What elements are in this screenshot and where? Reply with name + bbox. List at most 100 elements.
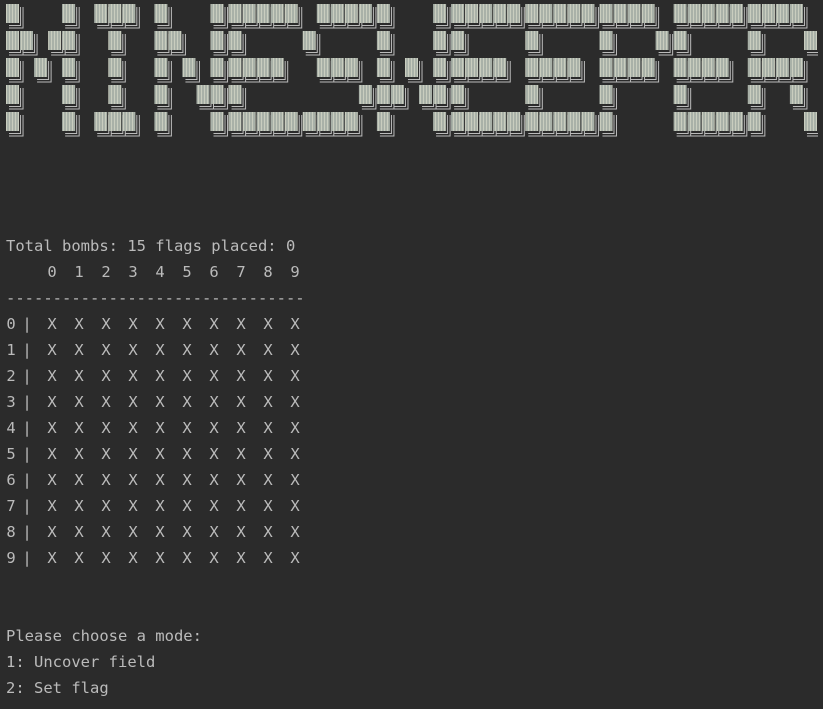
banner-block	[376, 4, 390, 23]
board-cell: X	[128, 419, 138, 437]
board-cell: X	[47, 367, 57, 385]
board-cell: X	[47, 549, 57, 567]
banner-block	[376, 31, 390, 50]
banner-block	[154, 112, 168, 131]
banner-block	[228, 112, 242, 131]
banner-block	[525, 31, 539, 50]
board-cell: X	[236, 315, 246, 333]
board-cell: X	[263, 471, 273, 489]
board-cell: X	[290, 471, 300, 489]
banner-block	[553, 58, 567, 77]
board-cell: X	[263, 549, 273, 567]
board-cell: X	[263, 341, 273, 359]
banner-block	[673, 85, 687, 104]
board-cell: X	[290, 393, 300, 411]
board-cell: X	[101, 315, 111, 333]
banner-block	[433, 4, 447, 23]
banner-block	[451, 112, 465, 131]
banner-block	[747, 112, 761, 131]
board-cell: X	[209, 393, 219, 411]
banner-block	[330, 112, 344, 131]
banner-block	[599, 112, 613, 131]
banner-block	[641, 58, 655, 77]
banner-block	[451, 58, 465, 77]
banner-block	[507, 112, 521, 131]
banner-letter	[673, 4, 748, 137]
banner-block	[701, 4, 715, 23]
row-label: 4	[6, 419, 16, 437]
banner-block	[344, 58, 358, 77]
column-label: 4	[155, 263, 165, 281]
banner-block	[358, 85, 372, 104]
banner-block	[62, 4, 76, 23]
banner-block	[376, 58, 390, 77]
banner-block	[775, 58, 789, 77]
banner-block	[182, 58, 196, 77]
board-cell: X	[74, 549, 84, 567]
banner-block	[6, 85, 19, 104]
board-cell: X	[128, 549, 138, 567]
banner-block	[284, 112, 298, 131]
board-cell: X	[74, 471, 84, 489]
banner-block	[627, 58, 641, 77]
banner-block	[433, 58, 447, 77]
banner-block	[687, 58, 701, 77]
banner-block	[302, 112, 316, 131]
board-cell: X	[47, 341, 57, 359]
board-cell: X	[263, 315, 273, 333]
banner-block	[210, 31, 224, 50]
banner-block	[316, 58, 330, 77]
banner-block	[493, 4, 507, 23]
banner-block	[525, 112, 539, 131]
banner-block	[479, 58, 493, 77]
board-cell: X	[101, 445, 111, 463]
row-divider: |	[22, 445, 32, 463]
board-cell: X	[47, 523, 57, 541]
banner-block	[599, 4, 613, 23]
column-label: 2	[101, 263, 111, 281]
banner-block	[493, 112, 507, 131]
banner-block	[284, 4, 298, 23]
board-cell: X	[101, 549, 111, 567]
banner-block	[673, 4, 687, 23]
board-cell: X	[236, 497, 246, 515]
column-label: 6	[209, 263, 219, 281]
banner-block	[256, 4, 270, 23]
board-cell: X	[290, 549, 300, 567]
board-cell: X	[182, 367, 192, 385]
banner-block	[270, 58, 284, 77]
banner-letter	[302, 4, 377, 137]
column-label: 9	[290, 263, 300, 281]
board-cell: X	[290, 523, 300, 541]
board-cell: X	[128, 367, 138, 385]
banner-block	[122, 112, 136, 131]
board-cell: X	[128, 393, 138, 411]
banner-block	[6, 4, 19, 23]
row-divider: |	[22, 315, 32, 333]
board-cell: X	[263, 419, 273, 437]
banner-block	[316, 112, 330, 131]
board-cell: X	[209, 315, 219, 333]
board-cell: X	[263, 393, 273, 411]
board-cell: X	[236, 523, 246, 541]
column-label: 1	[74, 263, 84, 281]
board-cell: X	[209, 523, 219, 541]
banner-block	[358, 4, 372, 23]
row-divider: |	[22, 393, 32, 411]
banner-block	[108, 31, 122, 50]
board-cell: X	[290, 445, 300, 463]
board-cell: X	[101, 393, 111, 411]
board-cell: X	[74, 419, 84, 437]
board-cell: X	[290, 367, 300, 385]
banner-block	[376, 112, 390, 131]
board-cell: X	[236, 549, 246, 567]
banner-block	[34, 58, 48, 77]
banner-block	[270, 112, 284, 131]
board-cell: X	[236, 367, 246, 385]
board-cell: X	[155, 497, 165, 515]
banner-block	[804, 31, 817, 50]
banner-letter	[599, 4, 674, 137]
banner-letter	[376, 4, 451, 137]
board-cell: X	[74, 315, 84, 333]
banner-block	[465, 58, 479, 77]
